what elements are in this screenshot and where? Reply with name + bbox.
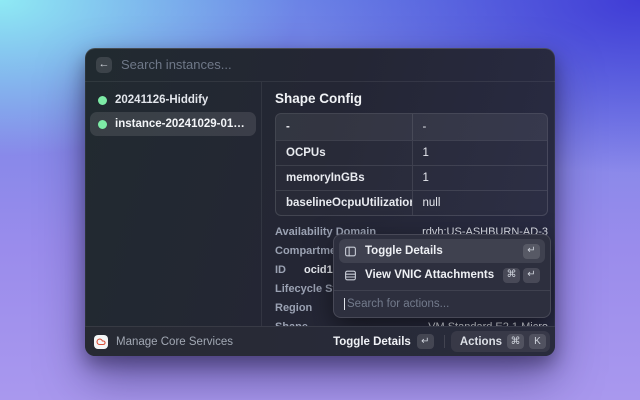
table-cell-value: -	[412, 114, 548, 140]
back-arrow-icon: ←	[99, 59, 110, 70]
table-cell-value: 1	[412, 166, 548, 190]
panel-left-icon	[344, 245, 357, 258]
table-cell-key: memoryInGBs	[276, 166, 412, 190]
command-key-icon: ⌘	[507, 334, 524, 349]
table-row: OCPUs 1	[276, 140, 547, 165]
table-cell-key: baselineOcpuUtilization	[276, 191, 412, 215]
metadata-row-shape: Shape VM.Standard.E2.1.Micro	[275, 317, 548, 326]
action-label: View VNIC Attachments	[365, 269, 495, 281]
app-name: Manage Core Services	[116, 336, 233, 348]
table-row: - -	[276, 114, 547, 140]
action-toggle-details[interactable]: Toggle Details ↵	[339, 239, 545, 263]
back-button[interactable]: ←	[96, 57, 112, 73]
enter-key-icon: ↵	[417, 334, 434, 349]
action-label: Toggle Details	[365, 245, 515, 257]
actions-popup-list: Toggle Details ↵ View VNIC Attachments ⌘…	[334, 235, 550, 290]
metadata-label: Region	[275, 302, 312, 314]
text-cursor	[344, 298, 345, 310]
toggle-details-label: Toggle Details	[333, 336, 411, 348]
command-key-icon: ⌘	[503, 268, 520, 283]
command-palette-window: ← 20241126-Hiddify instance-20241029-010…	[85, 48, 555, 356]
header: ←	[85, 48, 555, 82]
table-cell-key: OCPUs	[276, 141, 412, 165]
footer-divider	[444, 335, 445, 348]
shortcut-keys: ⌘ ↵	[503, 268, 540, 283]
actions-menu-button[interactable]: Actions ⌘ K	[451, 331, 550, 352]
footer-bar: Manage Core Services Toggle Details ↵ Ac…	[85, 326, 555, 356]
table-cell-value: 1	[412, 141, 548, 165]
actions-popup: Toggle Details ↵ View VNIC Attachments ⌘…	[333, 234, 551, 318]
search-input[interactable]	[121, 57, 544, 72]
table-cell-key: -	[276, 114, 412, 140]
instance-name: 20241126-Hiddify	[115, 94, 208, 106]
section-title: Shape Config	[275, 92, 548, 106]
instance-name: instance-20241029-0105-Hesti...	[115, 118, 248, 130]
list-item-instance-1[interactable]: 20241126-Hiddify	[90, 88, 256, 112]
table-cell-value: null	[412, 191, 548, 215]
instance-list: 20241126-Hiddify instance-20241029-0105-…	[85, 82, 262, 326]
actions-search-input[interactable]	[346, 298, 540, 310]
metadata-label: ID	[275, 264, 286, 276]
action-view-vnic-attachments[interactable]: View VNIC Attachments ⌘ ↵	[339, 263, 545, 287]
actions-search-row	[334, 290, 550, 317]
actions-label: Actions	[460, 336, 502, 348]
status-dot-icon	[98, 120, 107, 129]
toggle-details-button[interactable]: Toggle Details ↵	[329, 331, 438, 352]
enter-key-icon: ↵	[523, 268, 540, 283]
table-row: baselineOcpuUtilization null	[276, 190, 547, 215]
enter-key-icon: ↵	[523, 244, 540, 259]
oracle-cloud-icon	[94, 335, 108, 349]
status-dot-icon	[98, 96, 107, 105]
shortcut-keys: ↵	[523, 244, 540, 259]
list-item-instance-2[interactable]: instance-20241029-0105-Hesti...	[90, 112, 256, 136]
shape-config-table: - - OCPUs 1 memoryInGBs 1 baselineOcpuUt…	[275, 113, 548, 216]
table-row: memoryInGBs 1	[276, 165, 547, 190]
k-key-icon: K	[529, 334, 546, 349]
rows-icon	[344, 269, 357, 282]
